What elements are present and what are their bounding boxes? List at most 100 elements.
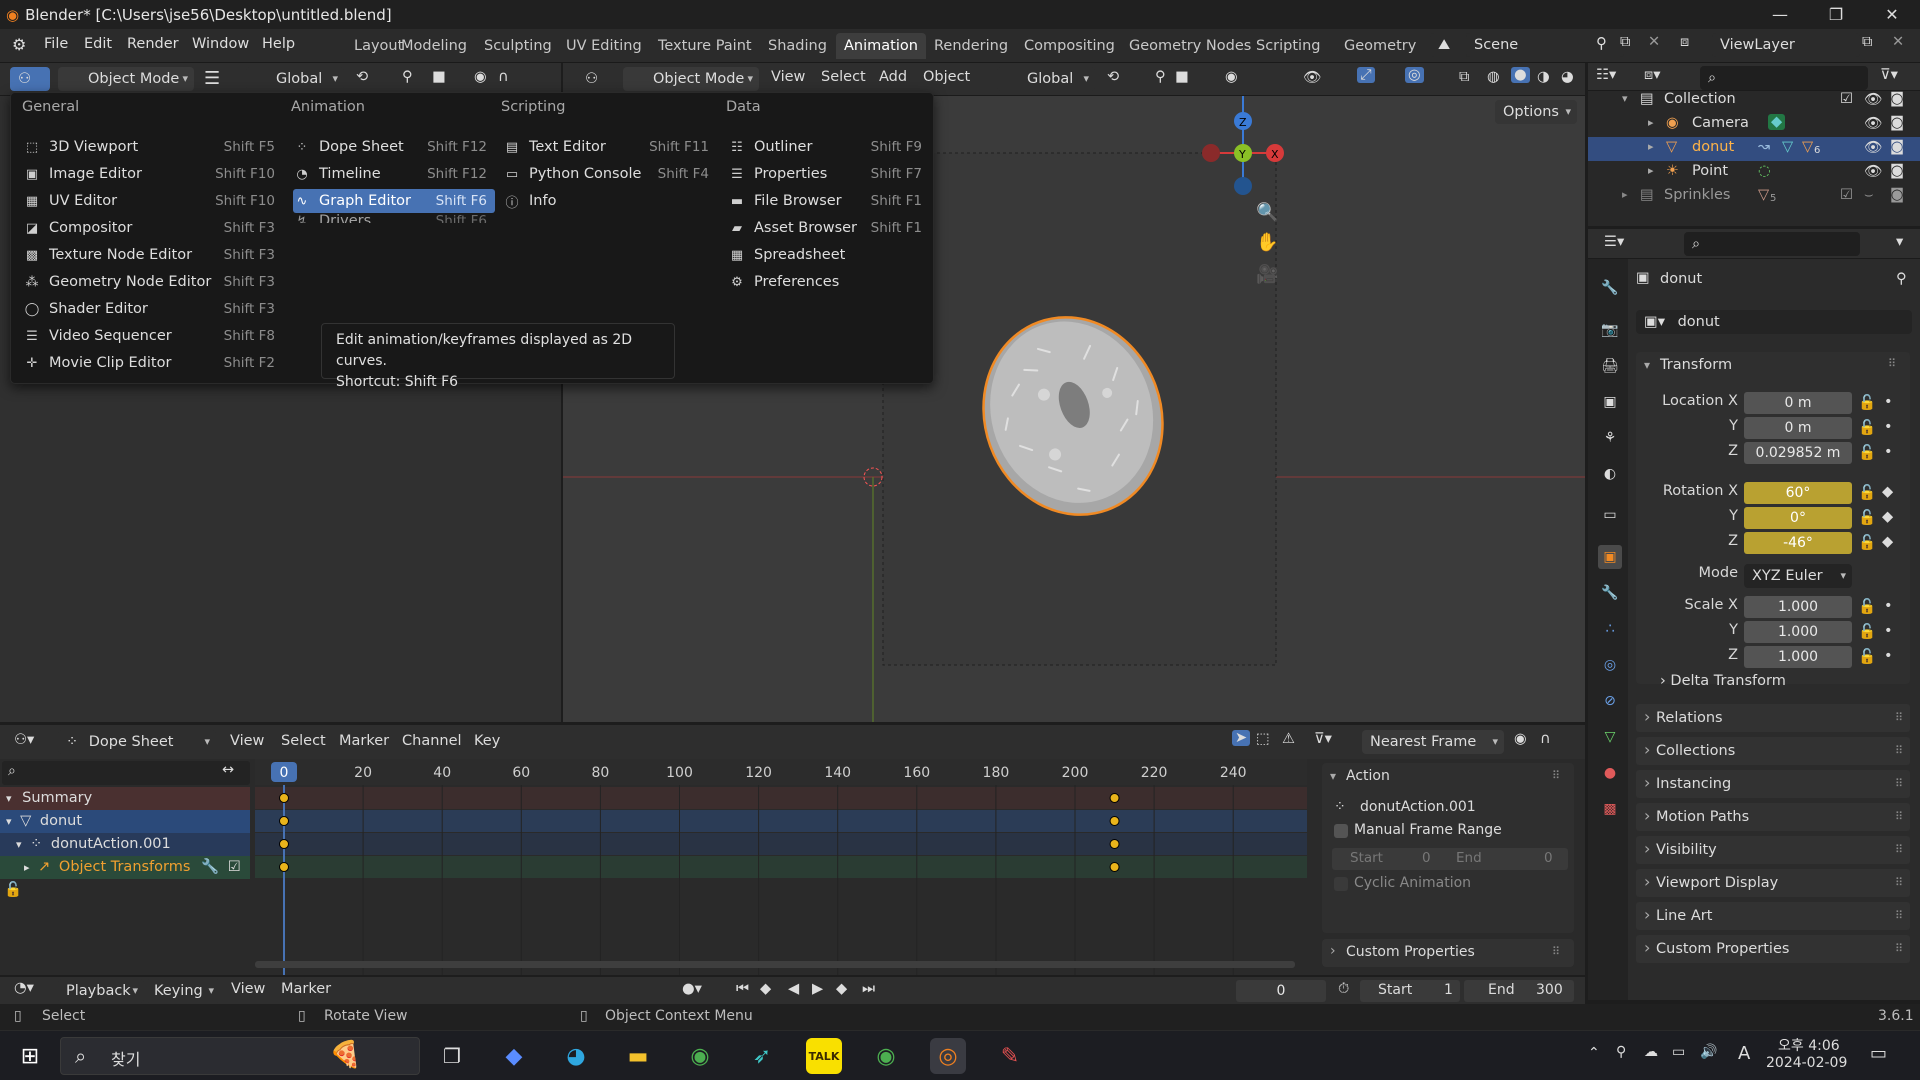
rotation-mode-dropdown[interactable]: XYZ Euler ▾	[1744, 564, 1852, 588]
expand-arrow-icon[interactable]: ▸	[1622, 188, 1628, 201]
panel-instancing[interactable]: Instancing ⠿	[1636, 769, 1910, 798]
visibility-icon[interactable]: 👁	[1303, 69, 1321, 86]
app-bird-icon[interactable]: ➶	[744, 1038, 780, 1074]
tab-geometry[interactable]: Geometry	[1336, 33, 1424, 59]
tab-uv-editing[interactable]: UV Editing	[558, 33, 650, 59]
outliner-row-donut[interactable]: ▸ ▽ donut ↝ ▽ ▽ 6 👁 ◙	[1588, 137, 1920, 161]
eye-icon[interactable]: 👁	[1864, 115, 1882, 132]
modifier-tab-icon[interactable]: 🔧	[1598, 581, 1622, 605]
menu-item-shader-editor[interactable]: ◯ Shader Editor Shift F3	[23, 297, 285, 321]
tab-geometry-nodes[interactable]: Geometry Nodes	[1121, 33, 1259, 59]
expand-arrow-icon[interactable]: ▸	[1648, 140, 1654, 153]
lock-icon[interactable]: 🔓	[1858, 648, 1876, 665]
keyframe-diamond-icon[interactable]: ◆	[1882, 509, 1893, 525]
play-reverse-icon[interactable]: ◀	[788, 981, 799, 997]
tab-shading[interactable]: Shading	[760, 33, 835, 59]
chrome-icon[interactable]: ◉	[682, 1038, 718, 1074]
keying-dropdown[interactable]: Keying ▾	[146, 979, 220, 1003]
lock-icon[interactable]: 🔓	[1858, 419, 1876, 436]
delete-view-layer-icon[interactable]: ✕	[1892, 34, 1904, 50]
dopesheet-menu-key[interactable]: Key	[474, 733, 500, 749]
menu-file[interactable]: File	[44, 36, 68, 52]
camera-view-icon[interactable]: 🎥	[1256, 264, 1278, 285]
tab-compositing[interactable]: Compositing	[1016, 33, 1123, 59]
lock-icon[interactable]: 🔓	[1858, 394, 1876, 411]
network-icon[interactable]: ⚲	[1616, 1044, 1626, 1060]
notification-icon[interactable]: ▭	[1870, 1043, 1887, 1064]
solid-shading-icon[interactable]: ●	[1511, 67, 1530, 83]
output-tab-icon[interactable]: 🖨	[1598, 354, 1622, 378]
keyframe-dot-icon[interactable]: •	[1884, 419, 1893, 435]
keyframe-dot-icon[interactable]: •	[1884, 598, 1893, 614]
menu-item-image-editor[interactable]: ▣ Image Editor Shift F10	[23, 162, 285, 186]
timeline-editor-type-icon[interactable]: ◔▾	[14, 980, 34, 996]
properties-options-icon[interactable]: ▾	[1896, 234, 1903, 250]
panel-visibility[interactable]: Visibility ⠿	[1636, 835, 1910, 864]
dopesheet-menu-select[interactable]: Select	[281, 733, 326, 749]
properties-search-input[interactable]: ⌕	[1684, 232, 1860, 256]
lock-icon[interactable]: 🔓	[1858, 534, 1876, 551]
viewport-menu-add[interactable]: Add	[879, 69, 907, 85]
windows-start-icon[interactable]: ⊞	[12, 1038, 48, 1074]
volume-icon[interactable]: 🔊	[1700, 1044, 1717, 1060]
left-orientation-dropdown[interactable]: Global ▾	[246, 67, 344, 91]
lock-icon[interactable]: 🔓	[1858, 598, 1876, 615]
edge-icon[interactable]: ◕	[558, 1038, 594, 1074]
particles-tab-icon[interactable]: ∴	[1598, 617, 1622, 641]
tab-animation[interactable]: Animation	[836, 33, 926, 59]
keyframe-diamond-icon[interactable]: ◆	[1882, 534, 1893, 550]
world-tab-icon[interactable]: ◐	[1598, 462, 1622, 486]
view-layer-tab-icon[interactable]: ▣	[1598, 390, 1622, 414]
new-scene-icon[interactable]: ⧉	[1620, 34, 1630, 50]
panel-motion-paths[interactable]: Motion Paths ⠿	[1636, 802, 1910, 831]
kakaotalk-icon[interactable]: TALK	[806, 1038, 842, 1074]
expand-arrow-icon[interactable]: ▾	[1622, 92, 1628, 105]
menu-item-asset-browser[interactable]: ▰ Asset Browser Shift F1	[728, 216, 928, 240]
channel-object-transforms[interactable]: ▸ ↗ Object Transforms 🔧 ☑ 🔓	[0, 856, 250, 898]
keyframe-dot-icon[interactable]: •	[1884, 648, 1893, 664]
gizmo-toggle-icon[interactable]: ⤢	[1357, 67, 1375, 83]
panel-line-art[interactable]: Line Art ⠿	[1636, 901, 1910, 930]
scale-z-field[interactable]: 1.000	[1744, 646, 1852, 668]
playback-dropdown[interactable]: Playback ▾	[58, 979, 144, 1003]
viewport-menu-view[interactable]: View	[771, 69, 805, 85]
channel-summary[interactable]: ▾ Summary	[0, 787, 250, 810]
viewport-proportional-icon[interactable]: ◉	[1225, 69, 1238, 85]
rotation-y-field[interactable]: 0°	[1744, 507, 1852, 529]
clock-date[interactable]: 2024-02-09	[1766, 1055, 1847, 1071]
dopesheet-mode-dropdown[interactable]: ⁘ Dope Sheet ▾	[58, 730, 216, 754]
scene-tab-icon[interactable]: ⚘	[1598, 426, 1622, 450]
expand-arrow-icon[interactable]: ▾	[6, 792, 12, 805]
prev-keyframe-icon[interactable]: ◆	[760, 981, 771, 997]
outliner-row-sprinkles[interactable]: ▸ ▤ Sprinkles ▽ 5 ☑ ⌣ ◙	[1588, 185, 1920, 209]
viewport-menu-select[interactable]: Select	[821, 69, 866, 85]
xray-icon[interactable]: ⧉	[1459, 69, 1469, 85]
record-icon[interactable]: ●▾	[682, 981, 702, 997]
cloud-icon[interactable]: ☁	[1644, 1044, 1658, 1060]
clock-time[interactable]: 오후 4:06	[1778, 1035, 1840, 1055]
wireframe-shading-icon[interactable]: ◍	[1487, 69, 1500, 85]
expand-arrow-icon[interactable]: ▾	[6, 815, 12, 828]
outliner-row-camera[interactable]: ▸ ◉ Camera ◆ 👁 ◙	[1588, 113, 1920, 137]
properties-editor-type-icon[interactable]: ☰▾	[1604, 234, 1624, 250]
pivot-icon[interactable]: ⟲	[356, 69, 368, 85]
hamburger-icon[interactable]: ☰	[204, 68, 220, 89]
material-tab-icon[interactable]: ●	[1598, 761, 1622, 785]
menu-item-texture-node-editor[interactable]: ▩ Texture Node Editor Shift F3	[23, 243, 285, 267]
viewport-mode-dropdown[interactable]: Object Mode ▾	[623, 67, 759, 91]
scale-y-field[interactable]: 1.000	[1744, 621, 1852, 643]
blender-menu-icon[interactable]: ⚙	[12, 35, 26, 54]
transform-panel-title[interactable]: Transform	[1660, 357, 1732, 373]
object-name-field[interactable]: ▣▾ donut	[1636, 310, 1912, 334]
viewport-editor-type-button[interactable]: ⚇	[577, 67, 617, 91]
cyclic-checkbox[interactable]	[1334, 877, 1348, 891]
tool-tab-icon[interactable]: 🔧	[1598, 276, 1622, 300]
channel-donut[interactable]: ▾ ▽ donut	[0, 810, 250, 833]
lock-icon[interactable]: 🔓	[1858, 484, 1876, 501]
checkbox-icon[interactable]: ☑	[1840, 91, 1853, 107]
new-view-layer-icon[interactable]: ⧉	[1862, 34, 1872, 50]
display-mode-icon[interactable]: ⧈▾	[1644, 67, 1661, 83]
menu-edit[interactable]: Edit	[84, 36, 112, 52]
panel-grip-icon[interactable]: ⠿	[1552, 769, 1560, 782]
location-x-field[interactable]: 0 m	[1744, 392, 1852, 414]
